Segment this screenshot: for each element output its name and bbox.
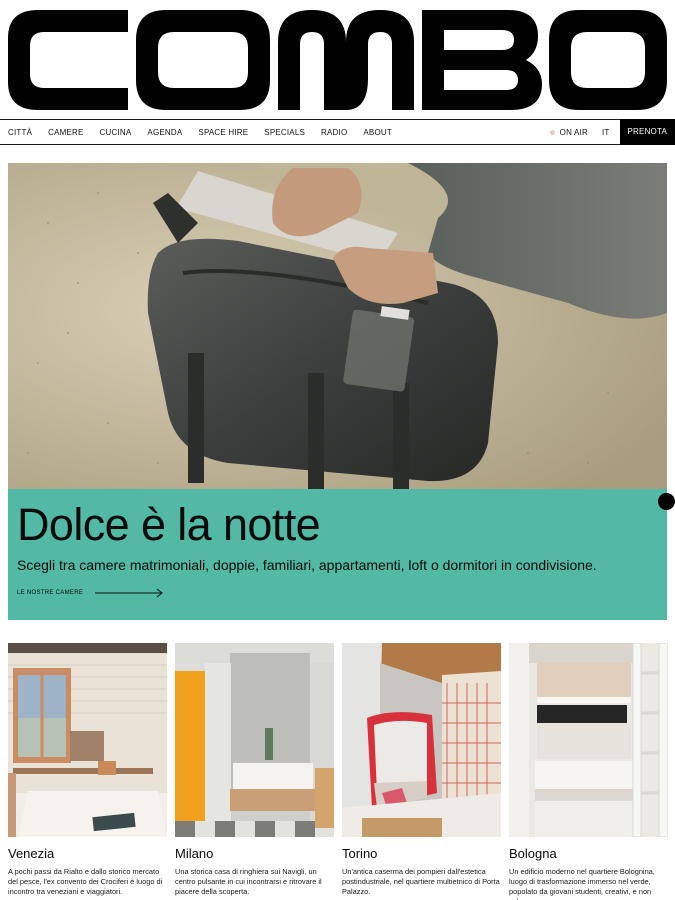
city-card-bologna[interactable]: Bologna Un edificio moderno nel quartier… (509, 643, 668, 900)
nav-item-about[interactable]: ABOUT (363, 128, 392, 137)
nav-item-cucina[interactable]: CUCINA (100, 128, 132, 137)
city-desc-milano: Una storica casa di ringhiera sui Navigl… (175, 867, 322, 896)
city-list: Venezia A pochi passi da Rialto e dallo … (8, 643, 668, 900)
city-name-torino: Torino (342, 846, 378, 861)
book-button[interactable]: PRENOTA (619, 118, 675, 145)
slider-next-dot[interactable] (658, 493, 675, 510)
city-desc-venezia: A pochi passi da Rialto e dallo storico … (8, 867, 163, 896)
nav-links: CITTÀ CAMERE CUCINA AGENDA SPACE HIRE SP… (0, 120, 408, 144)
hero-panel: Dolce è la notte Scegli tra camere matri… (8, 489, 667, 620)
hero-title: Dolce è la notte (17, 499, 321, 550)
city-desc-torino: Un'antica caserma dei pompieri dall'este… (342, 867, 500, 896)
city-card-venezia[interactable]: Venezia A pochi passi da Rialto e dallo … (8, 643, 167, 900)
combo-logo[interactable] (8, 8, 667, 112)
language-switch[interactable]: IT (602, 128, 610, 137)
nav-item-space-hire[interactable]: SPACE HIRE (198, 128, 248, 137)
hero-image (8, 163, 667, 489)
on-air-button[interactable]: ON AIR (549, 127, 588, 137)
our-rooms-link-label: LE NOSTRE CAMERE (17, 590, 84, 596)
city-card-milano[interactable]: Milano Una storica casa di ringhiera sui… (175, 643, 334, 900)
city-name-bologna: Bologna (509, 846, 557, 861)
our-rooms-link[interactable]: LE NOSTRE CAMERE (17, 588, 165, 598)
city-card-torino[interactable]: Torino Un'antica caserma dei pompieri da… (342, 643, 501, 900)
city-image-torino (342, 643, 501, 837)
hero-section: Dolce è la notte Scegli tra camere matri… (8, 163, 675, 620)
city-image-bologna (509, 643, 668, 837)
nav-item-specials[interactable]: SPECIALS (264, 128, 305, 137)
live-dot-icon (549, 129, 555, 135)
nav-item-radio[interactable]: RADIO (321, 128, 347, 137)
hero-subtitle: Scegli tra camere matrimoniali, doppie, … (17, 557, 597, 573)
main-nav: CITTÀ CAMERE CUCINA AGENDA SPACE HIRE SP… (0, 118, 675, 145)
nav-actions: ON AIR IT PRENOTA (549, 118, 675, 145)
arrow-right-icon (95, 588, 163, 598)
nav-item-citta[interactable]: CITTÀ (8, 128, 32, 137)
city-name-milano: Milano (175, 846, 214, 861)
nav-item-camere[interactable]: CAMERE (48, 128, 83, 137)
city-desc-bologna: Un edificio moderno nel quartiere Bologn… (509, 867, 655, 900)
book-button-label: PRENOTA (627, 127, 667, 136)
on-air-label: ON AIR (559, 127, 588, 137)
city-name-venezia: Venezia (8, 846, 55, 861)
nav-item-agenda[interactable]: AGENDA (147, 128, 182, 137)
city-image-milano (175, 643, 334, 837)
city-image-venezia (8, 643, 167, 837)
